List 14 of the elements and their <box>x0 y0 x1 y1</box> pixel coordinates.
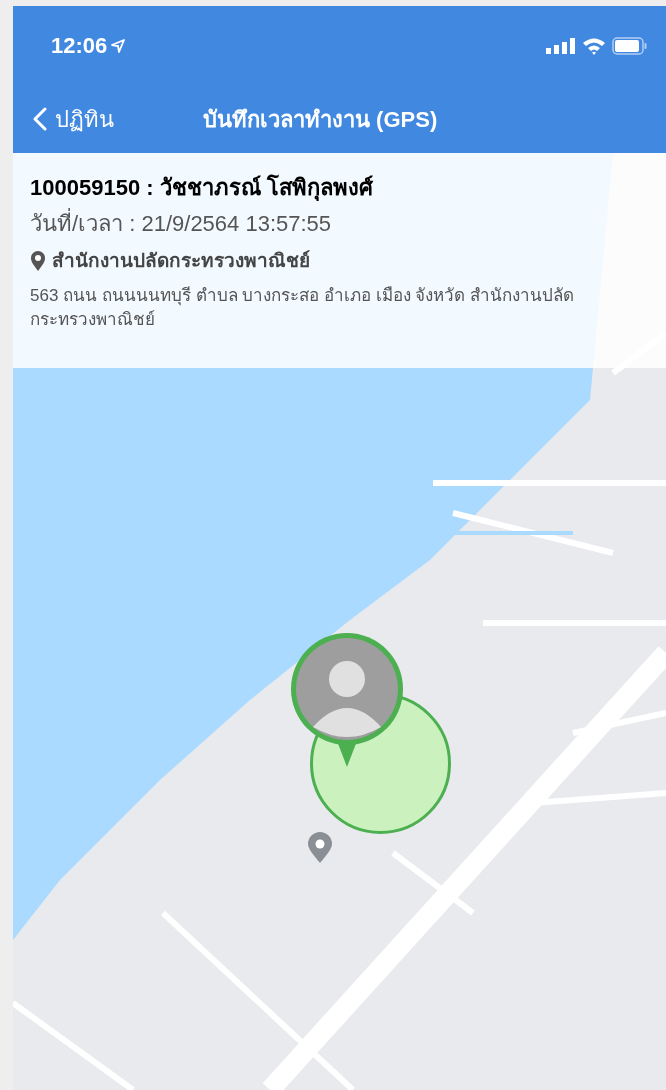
employee-name: 100059150 : วัชชาภรณ์ โสพิกุลพงศ์ <box>30 173 374 203</box>
status-time: 12:06 <box>51 32 108 60</box>
location-pin-icon <box>30 250 46 273</box>
map-pin-icon <box>307 832 333 864</box>
date-time: วันที่/เวลา : 21/9/2564 13:57:55 <box>30 209 649 239</box>
signal-icon <box>546 37 576 54</box>
back-button[interactable]: ปฏิทิน <box>33 102 203 136</box>
location-arrow-icon <box>111 38 126 53</box>
screen-title: บันทึกเวลาทำงาน (GPS) <box>203 105 438 134</box>
address-text: 563 ถนน ถนนนนทบุรี ตำบล บางกระสอ อำเภอ เมือง จังหวัด สำนักงานปลัดกระทรวงพาณิชย์ <box>30 284 576 331</box>
place-name: สำนักงานปลัดกระทรวงพาณิชย์ <box>52 249 310 273</box>
back-chevron-icon <box>33 107 47 131</box>
battery-icon <box>612 36 648 55</box>
wifi-icon <box>582 36 606 55</box>
